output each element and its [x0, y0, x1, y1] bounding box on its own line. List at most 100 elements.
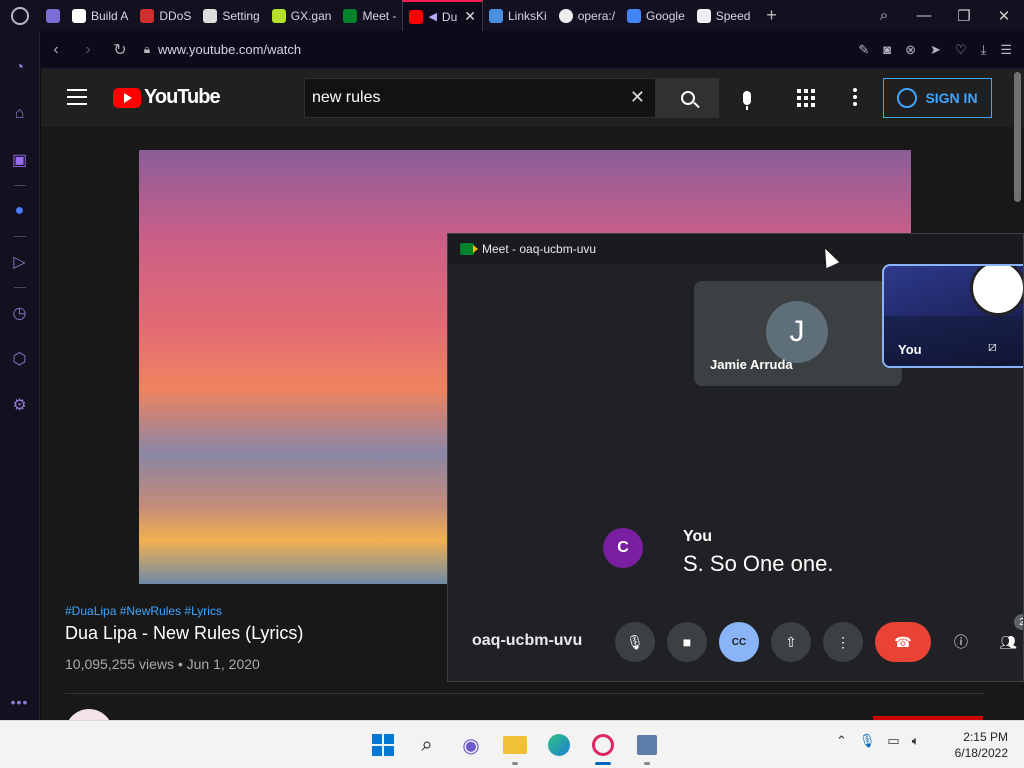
- account-icon: [897, 88, 918, 108]
- meet-title-bar[interactable]: Meet - oaq-ucbm-uvu: [448, 234, 1023, 264]
- meeting-details-button[interactable]: ⓘ: [941, 622, 981, 662]
- player-icon[interactable]: ▷: [0, 239, 40, 285]
- sign-in-label: SIGN IN: [925, 90, 978, 106]
- tab-label: opera:/: [577, 8, 616, 23]
- more-icon[interactable]: •••: [11, 694, 29, 710]
- clear-search-icon[interactable]: ✕: [630, 87, 645, 108]
- camera-button[interactable]: ■: [667, 622, 707, 662]
- tab-search-icon[interactable]: ⌕: [864, 7, 904, 24]
- microphone-button[interactable]: 🎙︎: [615, 622, 655, 662]
- edge-button[interactable]: [542, 727, 576, 763]
- tab-opera[interactable]: opera:/: [553, 0, 621, 31]
- present-button[interactable]: ⇧: [771, 622, 811, 662]
- sign-in-button[interactable]: SIGN IN: [883, 78, 992, 118]
- file-explorer-button[interactable]: [498, 727, 532, 765]
- apps-icon[interactable]: [797, 89, 815, 107]
- tab-linksk[interactable]: LinksKi: [483, 0, 553, 31]
- tab-label: DDoS: [159, 8, 192, 23]
- microphone-icon: 🎙︎: [626, 633, 644, 650]
- gx-control-icon[interactable]: ◔: [0, 45, 40, 91]
- channel-avatar[interactable]: [65, 709, 113, 720]
- network-icon[interactable]: ▭: [887, 733, 899, 749]
- back-icon[interactable]: ‹: [40, 41, 72, 59]
- leave-call-button[interactable]: ☎: [875, 622, 931, 662]
- tab-youtube-active[interactable]: ◀ Du ✕: [402, 0, 483, 31]
- chat-button[interactable]: ◉: [454, 727, 488, 763]
- tab-ddos[interactable]: DDoS: [134, 0, 197, 31]
- folder-icon: [503, 736, 527, 754]
- tab-label: Meet -: [362, 8, 397, 23]
- forward-icon[interactable]: ›: [72, 41, 104, 59]
- tab-settings[interactable]: Setting: [197, 0, 265, 31]
- opera-gx-button[interactable]: [586, 727, 620, 765]
- settings-icon[interactable]: ⚙: [0, 382, 40, 428]
- tab-label: GX.gan: [290, 8, 332, 23]
- tab-build[interactable]: Build A: [66, 0, 134, 31]
- easy-setup-icon[interactable]: ☰: [1000, 42, 1012, 58]
- browser-sidebar: ◔ ⌂ ▣ ● ▷ ◷ ⬡ ⚙ •••: [0, 31, 40, 720]
- tab-gx[interactable]: [40, 0, 66, 31]
- more-options-button[interactable]: ⋮: [823, 622, 863, 662]
- youtube-logo[interactable]: YouTube: [113, 86, 221, 109]
- speaker-icon[interactable]: ◀: [428, 10, 436, 23]
- tab-gx-games[interactable]: GX.gan: [266, 0, 338, 31]
- history-icon[interactable]: ◷: [0, 290, 40, 336]
- windows-taskbar: ⌕ ◉ ⌃ 🎙︎ ▭ 🔈︎ 2:15 PM 6/18/2022: [0, 720, 1024, 768]
- sidebar-divider: [13, 185, 26, 186]
- reload-icon[interactable]: ↻: [104, 40, 136, 60]
- send-icon[interactable]: ➤: [930, 42, 941, 58]
- address-bar: ‹ › ↻ 🔒︎ www.youtube.com/watch ✎ ◙ ⊗ ➤ ♡…: [40, 31, 1024, 69]
- search-button[interactable]: ⌕: [410, 727, 444, 763]
- participant-count-badge: 2: [1014, 614, 1023, 630]
- clock[interactable]: 2:15 PM 6/18/2022: [948, 729, 1008, 761]
- caption-text: S. So One one.: [683, 551, 834, 576]
- restore-icon[interactable]: ❐: [944, 7, 984, 25]
- search-input[interactable]: new rules ✕: [304, 78, 656, 118]
- search-button[interactable]: [656, 78, 719, 118]
- captions-button[interactable]: CC: [719, 622, 759, 662]
- close-window-icon[interactable]: ✕: [984, 7, 1024, 25]
- page-scrollbar[interactable]: [1014, 72, 1021, 202]
- search-icon: [680, 91, 695, 105]
- extensions-icon[interactable]: ⬡: [0, 336, 40, 382]
- settings-more-icon[interactable]: [847, 88, 863, 108]
- download-icon[interactable]: ⤓: [981, 42, 987, 58]
- video-hashtags[interactable]: #DuaLipa #NewRules #Lyrics: [65, 604, 222, 618]
- windows-icon: [372, 734, 394, 756]
- opera-menu-icon[interactable]: [0, 0, 40, 31]
- url-field[interactable]: www.youtube.com/watch: [158, 42, 858, 57]
- video-title: Dua Lipa - New Rules (Lyrics): [65, 623, 304, 643]
- tab-google[interactable]: Google: [621, 0, 691, 31]
- edit-icon[interactable]: ✎: [858, 42, 869, 58]
- self-tile[interactable]: You ⧄: [882, 264, 1023, 368]
- start-button[interactable]: [366, 727, 400, 763]
- camera-icon[interactable]: ◙: [883, 42, 891, 58]
- lock-icon[interactable]: 🔒︎: [136, 42, 158, 57]
- tab-speed-dial[interactable]: Speed: [691, 0, 757, 31]
- menu-icon[interactable]: [67, 89, 87, 110]
- volume-icon[interactable]: 🔈︎: [912, 733, 920, 749]
- twitch-icon[interactable]: ▣: [0, 137, 40, 183]
- participant-tile[interactable]: J Jamie Arruda ⁄: [694, 281, 902, 386]
- microphone-icon[interactable]: 🎙︎: [859, 733, 876, 749]
- minimize-icon[interactable]: —: [904, 7, 944, 24]
- google-translate-icon: [627, 8, 642, 23]
- chevron-up-icon[interactable]: ⌃: [836, 733, 847, 749]
- new-tab-button[interactable]: +: [756, 5, 786, 26]
- app-icon: [637, 735, 657, 755]
- self-name: You: [898, 342, 922, 357]
- sidebar-divider: [13, 236, 26, 237]
- gx-corner-icon[interactable]: ⌂: [0, 91, 40, 137]
- meet-window-title: Meet - oaq-ucbm-uvu: [482, 242, 597, 256]
- tab-meet[interactable]: Meet -: [337, 0, 402, 31]
- block-icon[interactable]: ⊗: [905, 42, 916, 58]
- voice-search-button[interactable]: [731, 82, 763, 114]
- close-tab-icon[interactable]: ✕: [464, 8, 476, 25]
- messenger-icon[interactable]: ●: [0, 188, 40, 234]
- heart-icon[interactable]: ♡: [955, 42, 967, 58]
- tab-label: Google: [646, 8, 685, 23]
- participant-avatar: J: [766, 301, 828, 363]
- link-icon: [489, 8, 503, 23]
- app-button[interactable]: [630, 727, 664, 765]
- more-vert-icon: ⋮: [836, 633, 850, 650]
